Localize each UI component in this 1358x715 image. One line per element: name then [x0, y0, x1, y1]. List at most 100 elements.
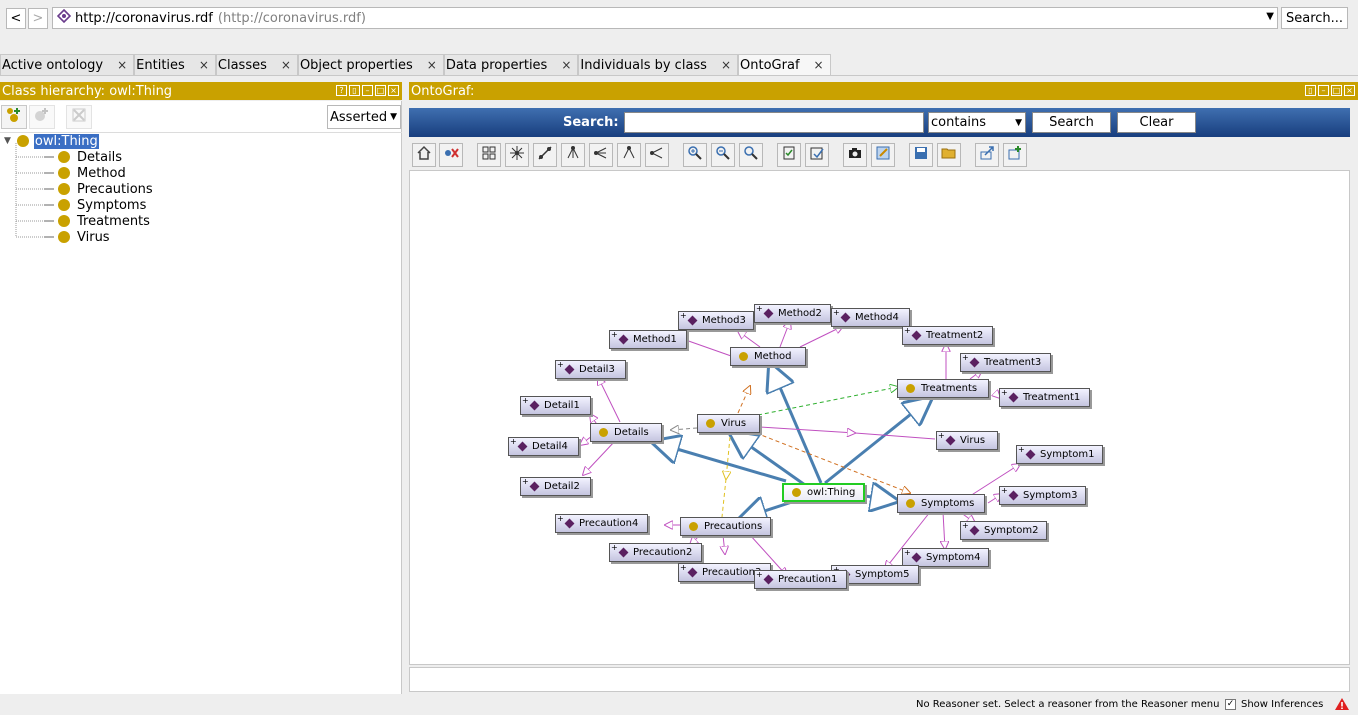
home-button[interactable]: [412, 143, 436, 167]
expand-icon[interactable]: +: [522, 397, 529, 405]
close-icon[interactable]: ×: [388, 85, 399, 96]
search-button[interactable]: Search: [1032, 112, 1111, 133]
graph-node-detail2[interactable]: + Detail2: [520, 477, 591, 496]
tree-node-method[interactable]: Method: [58, 165, 126, 181]
graph-node-detail4[interactable]: + Detail4: [508, 437, 579, 456]
warning-icon[interactable]: [1334, 697, 1350, 711]
back-button[interactable]: <: [6, 8, 26, 29]
tree-node-details[interactable]: Details: [58, 149, 122, 165]
grid-layout-button[interactable]: [477, 143, 501, 167]
close-icon[interactable]: ×: [427, 58, 437, 72]
graph-node-virus-individual[interactable]: + Virus: [936, 431, 998, 450]
expand-icon[interactable]: +: [522, 478, 529, 486]
add-view-button[interactable]: [1003, 143, 1027, 167]
show-inferences-checkbox[interactable]: ✓: [1225, 699, 1236, 710]
expand-icon[interactable]: +: [680, 564, 687, 572]
open-button[interactable]: [937, 143, 961, 167]
expand-icon[interactable]: +: [611, 544, 618, 552]
expand-icon[interactable]: +: [1001, 389, 1008, 397]
export-button[interactable]: [975, 143, 999, 167]
graph-node-precaution1[interactable]: + Precaution1: [754, 570, 847, 589]
close-icon[interactable]: ×: [561, 58, 571, 72]
forward-button[interactable]: >: [28, 8, 48, 29]
expand-icon[interactable]: +: [680, 312, 687, 320]
expand-icon[interactable]: +: [833, 309, 840, 317]
graph-node-treatments[interactable]: Treatments: [897, 379, 989, 398]
vertical-directed-button[interactable]: [617, 143, 641, 167]
expand-icon[interactable]: +: [756, 571, 763, 579]
export-image-button[interactable]: [871, 143, 895, 167]
search-input[interactable]: [624, 112, 924, 133]
tab-active-ontology[interactable]: Active ontology ×: [0, 54, 135, 75]
expand-icon[interactable]: +: [557, 361, 564, 369]
horizontal-tree-button[interactable]: [589, 143, 613, 167]
graph-node-treatment3[interactable]: + Treatment3: [960, 353, 1051, 372]
expand-icon[interactable]: +: [938, 432, 945, 440]
graph-node-detail1[interactable]: + Detail1: [520, 396, 591, 415]
maximize-icon[interactable]: □: [375, 85, 386, 96]
graph-node-treatment2[interactable]: + Treatment2: [902, 326, 993, 345]
tree-node-root[interactable]: ▼ owl:Thing: [4, 133, 99, 149]
remove-node-button[interactable]: [439, 143, 463, 167]
close-icon[interactable]: ×: [1344, 85, 1355, 96]
horizontal-directed-button[interactable]: [645, 143, 669, 167]
expand-icon[interactable]: +: [962, 522, 969, 530]
tree-node-virus[interactable]: Virus: [58, 229, 110, 245]
expand-icon[interactable]: +: [510, 438, 517, 446]
expand-icon[interactable]: +: [1018, 446, 1025, 454]
add-sibling-button[interactable]: [29, 105, 55, 129]
zoom-out-button[interactable]: [711, 143, 735, 167]
graph-node-detail3[interactable]: + Detail3: [555, 360, 626, 379]
spring-layout-button[interactable]: [505, 143, 529, 167]
tab-ontograf[interactable]: OntoGraf ×: [738, 54, 831, 75]
close-icon[interactable]: ×: [281, 58, 291, 72]
expand-icon[interactable]: +: [611, 331, 618, 339]
graph-node-precautions[interactable]: Precautions: [680, 517, 771, 536]
graph-node-method4[interactable]: + Method4: [831, 308, 910, 327]
close-icon[interactable]: ×: [814, 58, 824, 72]
tab-data-properties[interactable]: Data properties ×: [443, 54, 579, 75]
minimize-icon[interactable]: –: [1318, 85, 1329, 96]
split-icon[interactable]: ▯: [349, 85, 360, 96]
ontology-url-combo[interactable]: http://coronavirus.rdf (http://coronavir…: [52, 7, 1278, 29]
snapshot-button[interactable]: [843, 143, 867, 167]
maximize-icon[interactable]: □: [1331, 85, 1342, 96]
graph-node-symptom2[interactable]: + Symptom2: [960, 521, 1047, 540]
zoom-in-button[interactable]: [683, 143, 707, 167]
expand-icon[interactable]: +: [962, 354, 969, 362]
close-icon[interactable]: ×: [721, 58, 731, 72]
entity-search-button[interactable]: Search...: [1281, 7, 1348, 29]
filter-nodes-button[interactable]: [777, 143, 801, 167]
dropdown-arrow-icon[interactable]: ▼: [1266, 11, 1274, 22]
graph-node-details[interactable]: Details: [590, 423, 662, 442]
graph-node-method3[interactable]: + Method3: [678, 311, 754, 330]
expand-icon[interactable]: +: [756, 305, 763, 313]
graph-node-method[interactable]: Method: [730, 347, 806, 366]
expand-icon[interactable]: +: [557, 515, 564, 523]
graph-node-symptom3[interactable]: + Symptom3: [999, 486, 1086, 505]
zoom-fit-button[interactable]: [739, 143, 763, 167]
close-icon[interactable]: ×: [199, 58, 209, 72]
expand-triangle-icon[interactable]: ▼: [4, 136, 11, 146]
split-icon[interactable]: ▯: [1305, 85, 1316, 96]
tree-node-precautions[interactable]: Precautions: [58, 181, 153, 197]
delete-class-button[interactable]: [66, 105, 92, 129]
tab-individuals-by-class[interactable]: Individuals by class ×: [578, 54, 739, 75]
graph-node-treatment1[interactable]: + Treatment1: [999, 388, 1090, 407]
graph-node-precaution2[interactable]: + Precaution2: [609, 543, 702, 562]
graph-node-virus[interactable]: Virus: [697, 414, 760, 433]
tree-node-treatments[interactable]: Treatments: [58, 213, 150, 229]
add-subclass-button[interactable]: [1, 105, 27, 129]
graph-node-owl-thing[interactable]: owl:Thing: [782, 483, 865, 502]
search-mode-select[interactable]: contains ▼: [928, 112, 1026, 133]
filter-arcs-button[interactable]: [805, 143, 829, 167]
tree-node-symptoms[interactable]: Symptoms: [58, 197, 146, 213]
graph-node-symptom1[interactable]: + Symptom1: [1016, 445, 1103, 464]
close-icon[interactable]: ×: [117, 58, 127, 72]
tree-layout-button[interactable]: [561, 143, 585, 167]
radial-layout-button[interactable]: [533, 143, 557, 167]
tab-classes[interactable]: Classes ×: [215, 54, 298, 75]
help-icon[interactable]: ?: [336, 85, 347, 96]
graph-node-symptoms[interactable]: Symptoms: [897, 494, 985, 513]
graph-node-method2[interactable]: + Method2: [754, 304, 831, 323]
